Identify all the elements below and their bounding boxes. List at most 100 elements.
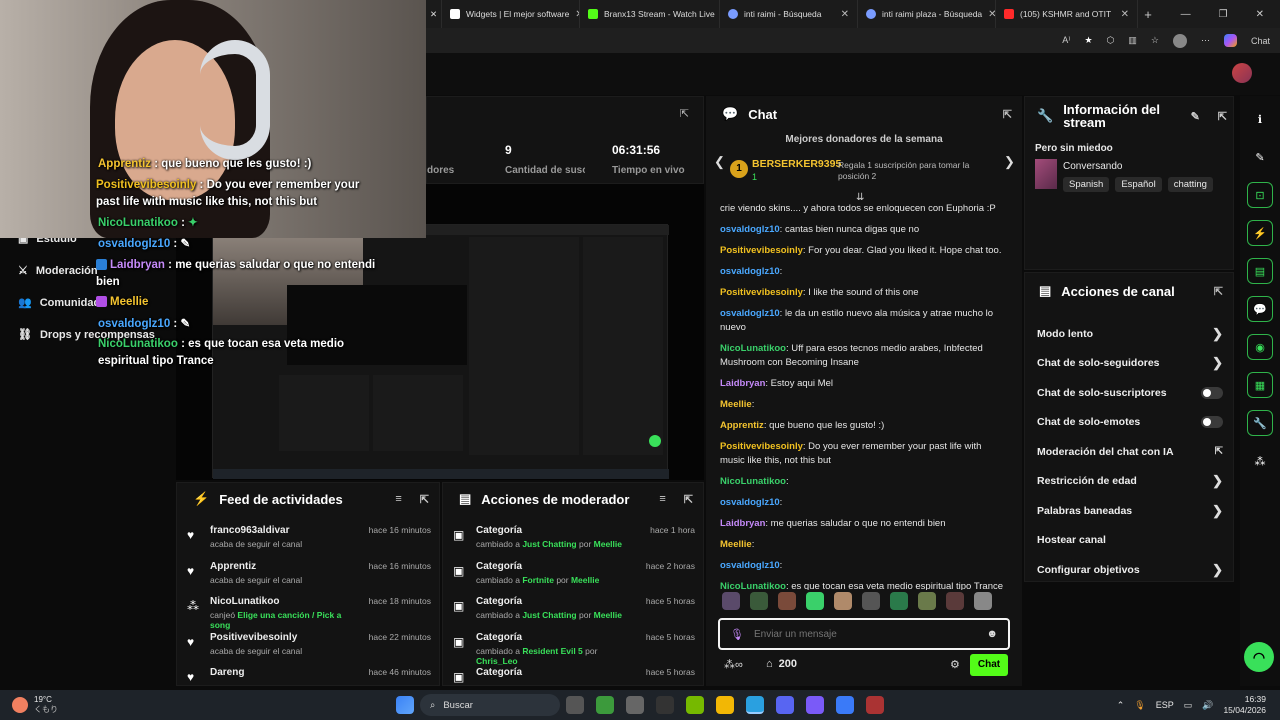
tag[interactable]: chatting	[1167, 177, 1213, 192]
chat-username[interactable]: Meellie	[720, 539, 752, 550]
nav-item-community[interactable]: 👥 Comunidad	[18, 296, 100, 310]
chat-input[interactable]	[753, 628, 977, 640]
start-icon[interactable]	[396, 696, 414, 714]
activity-item[interactable]: ♥ Apprentiz acaba de seguir el canal hace 1…	[177, 561, 441, 597]
mod-action-item[interactable]: ▣ Categoría cambiado a Just Chatting por M…	[443, 525, 705, 561]
chat-input-box[interactable]: 🎙 ☻	[718, 618, 1010, 650]
task-view-icon[interactable]	[566, 696, 584, 714]
chat-username[interactable]: NicoLunatikoo	[720, 476, 786, 487]
close-tab-icon[interactable]: ✕	[426, 0, 442, 28]
flash-icon[interactable]: ⚡	[1247, 220, 1273, 246]
chat-username[interactable]: Apprentiz	[720, 420, 764, 431]
chat-username[interactable]: Meellie	[720, 399, 752, 410]
edit-icon[interactable]: ✎	[1191, 110, 1200, 123]
browser-tab-active[interactable]: (105) KSHMR and OTIT ✕	[996, 0, 1138, 28]
folder-icon[interactable]	[716, 696, 734, 714]
nav-item-moderation[interactable]: ⚔ Moderación	[18, 264, 98, 278]
browser-tab[interactable]: Widgets | El mejor software✕	[442, 0, 580, 28]
channel-points-icon[interactable]: ⁂∞	[724, 658, 743, 671]
popout-icon[interactable]: ⇱	[420, 493, 429, 506]
next-arrow-icon[interactable]: ❯	[1004, 154, 1015, 170]
browser-tab[interactable]: inti raimi - Búsqueda ✕	[720, 0, 858, 28]
close-icon[interactable]: ✕	[841, 9, 849, 20]
maximize-button[interactable]: ❐	[1219, 9, 1228, 20]
activity-username[interactable]: Apprentiz	[210, 561, 302, 572]
channel-action-item[interactable]: Moderación del chat con IA ⇱	[1025, 437, 1235, 467]
broadcast-icon[interactable]: ◉	[1247, 334, 1273, 360]
channel-action-item[interactable]: Palabras baneadas ❯	[1025, 496, 1235, 526]
activity-username[interactable]: franco963aldivar	[210, 525, 302, 536]
browser-tab[interactable]: Branx13 Stream - Watch Live✕	[580, 0, 720, 28]
channel-action-item[interactable]: Chat de solo-suscriptores	[1025, 378, 1235, 408]
external-link-icon[interactable]: ⇱	[1215, 446, 1223, 457]
language-indicator[interactable]: ESP	[1156, 700, 1174, 710]
chat-username[interactable]: Laidbryan	[720, 378, 765, 389]
mod-action-item[interactable]: ▣ Categoría cambiado a Fortnite por Meelli…	[443, 561, 705, 597]
user-avatar[interactable]	[1232, 63, 1252, 83]
favorite-star-icon[interactable]: ★	[1084, 35, 1092, 46]
profile-icon[interactable]	[1172, 33, 1187, 48]
browser-tab[interactable]: inti raimi plaza - Búsqueda ✕	[858, 0, 996, 28]
activity-username[interactable]: NicoLunatikoo	[210, 596, 359, 607]
points-icon[interactable]: ⁂	[1247, 448, 1273, 474]
close-icon[interactable]: ✕	[988, 9, 995, 20]
discord-icon[interactable]	[776, 696, 794, 714]
nvidia-icon[interactable]	[686, 696, 704, 714]
chevron-right-icon[interactable]: ❯	[1212, 355, 1223, 371]
filter-icon[interactable]: ≡	[395, 493, 401, 505]
settings-icon[interactable]: ⚙	[950, 658, 960, 671]
chat-username[interactable]: osvaldoglz10	[720, 308, 780, 319]
chevron-right-icon[interactable]: ❯	[1212, 562, 1223, 578]
popout-icon[interactable]: ⇱	[680, 107, 689, 120]
chevron-right-icon[interactable]: ❯	[1212, 473, 1223, 489]
read-aloud-icon[interactable]: A⁾	[1062, 35, 1070, 46]
toggle-switch[interactable]	[1201, 416, 1223, 429]
channel-action-item[interactable]: Configurar objetivos ❯	[1025, 555, 1235, 585]
copilot-chat-button[interactable]: Chat	[1251, 36, 1270, 46]
favorites-icon[interactable]: ☆	[1151, 35, 1159, 46]
mod-action-item[interactable]: ▣ Categoría cambiado a Just Chatting por M…	[443, 596, 705, 632]
activity-item[interactable]: ♥ franco963aldivar acaba de seguir el cana…	[177, 525, 441, 561]
network-icon[interactable]: ▭	[1184, 700, 1193, 711]
chat-username[interactable]: osvaldoglz10	[720, 266, 780, 277]
app-icon[interactable]	[806, 696, 824, 714]
send-chat-button[interactable]: Chat	[970, 654, 1008, 676]
help-support-icon[interactable]: ◠	[1244, 642, 1274, 672]
gift-promo[interactable]: Regala 1 suscripción para tomar la posic…	[838, 160, 998, 182]
tag[interactable]: Español	[1115, 177, 1162, 192]
edge-icon[interactable]	[746, 696, 764, 714]
close-window-button[interactable]: ✕	[1256, 9, 1264, 20]
app-icon[interactable]	[866, 696, 884, 714]
clip-icon[interactable]: ⊡	[1247, 182, 1273, 208]
popout-icon[interactable]: ⇱	[1003, 108, 1012, 121]
filter-icon[interactable]: ≡	[659, 493, 665, 505]
chat-username[interactable]: Positivevibesoinly	[720, 287, 803, 298]
chat-username[interactable]: Laidbryan	[720, 518, 765, 529]
popout-icon[interactable]: ⇱	[1218, 110, 1227, 123]
emoji-icon[interactable]: ☻	[986, 628, 998, 640]
app-icon[interactable]	[656, 696, 674, 714]
activity-username[interactable]: Dareng	[210, 667, 244, 678]
edit-icon[interactable]: ✎	[1247, 144, 1273, 170]
activity-username[interactable]: Positivevibesoinly	[210, 632, 302, 643]
tray-chevron-icon[interactable]: ⌃	[1117, 700, 1125, 711]
clock[interactable]: 16:39 15/04/2026	[1223, 694, 1266, 716]
more-icon[interactable]: ⋯	[1201, 35, 1210, 46]
chat-username[interactable]: NicoLunatikoo	[720, 581, 786, 590]
channel-action-item[interactable]: Chat de solo-seguidores ❯	[1025, 349, 1235, 379]
donor-name[interactable]: BERSERKER9395	[752, 158, 841, 170]
mod-action-item[interactable]: ▣ Categoría cambiado a Resident Evil 5 por…	[443, 632, 705, 668]
mic-icon[interactable]: 🎙	[1134, 700, 1145, 711]
channel-action-item[interactable]: Restricción de edad ❯	[1025, 467, 1235, 497]
close-icon[interactable]: ✕	[1121, 9, 1129, 20]
prev-arrow-icon[interactable]: ❮	[714, 154, 725, 170]
tag[interactable]: Spanish	[1063, 177, 1110, 192]
channel-action-item[interactable]: Modo lento ❯	[1025, 319, 1235, 349]
chat-username[interactable]: osvaldoglz10	[720, 560, 780, 571]
new-tab-button[interactable]: +	[1138, 7, 1158, 22]
minimize-button[interactable]: —	[1181, 9, 1191, 20]
chat-icon[interactable]: 💬	[1247, 296, 1273, 322]
chat-username[interactable]: osvaldoglz10	[720, 224, 780, 235]
points-display[interactable]: ⌂ 200	[766, 658, 797, 670]
chevron-right-icon[interactable]: ❯	[1212, 503, 1223, 519]
